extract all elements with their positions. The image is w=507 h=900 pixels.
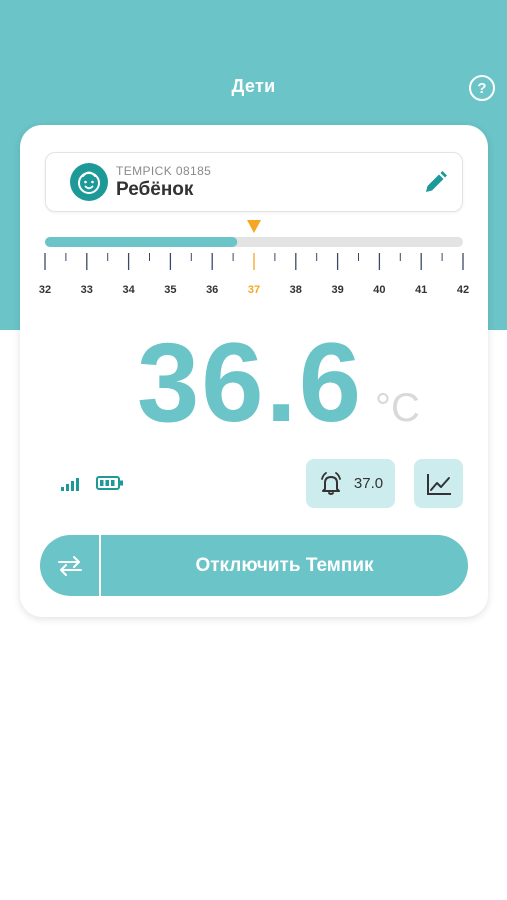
scale-track [45,237,463,247]
scale-ticks [44,253,464,270]
scale-marker [247,220,261,233]
thermometer-card: TEMPICK 08185 Ребёнок 32 33 34 35 36 37 38 39 40… [20,125,488,617]
temperature-scale: 32 33 34 35 36 37 38 39 40 41 42 [39,220,469,296]
scale-label: 41 [415,284,427,296]
scale-marker-triangle [247,220,261,233]
signal-bars-icon [61,478,79,491]
line-chart-icon [426,473,451,495]
switch-device-button[interactable] [40,535,99,596]
scale-label: 36 [206,284,218,296]
help-icon: ? [477,79,487,97]
disconnect-button[interactable]: Отключить Темпик [101,535,468,596]
scale-labels: 32 33 34 35 36 37 38 39 40 41 42 [39,284,469,296]
temperature-value: 36.6 [137,320,363,445]
scale-label: 32 [39,284,51,296]
scale-label: 37 [248,284,260,296]
history-chart-button[interactable] [414,459,463,508]
alarm-bell-icon [320,471,341,495]
scale-label: 39 [331,284,343,296]
scale-label: 38 [290,284,302,296]
action-bar: Отключить Темпик [40,535,468,596]
swap-arrows-icon [57,555,82,576]
page-title: Дети [231,76,276,96]
temperature-unit: °C [375,386,420,430]
alarm-button[interactable]: 37.0 [306,459,395,508]
alarm-threshold: 37.0 [353,475,384,492]
scale-label: 33 [81,284,93,296]
scale-label: 40 [373,284,385,296]
help-button[interactable]: ? [469,75,495,101]
scale-label: 35 [164,284,176,296]
scale-label: 34 [122,284,135,296]
battery-icon [96,476,123,490]
scale-label: 42 [457,284,469,296]
temperature-display: 36.6 °C [20,325,488,445]
scale-track-fill [45,237,238,247]
